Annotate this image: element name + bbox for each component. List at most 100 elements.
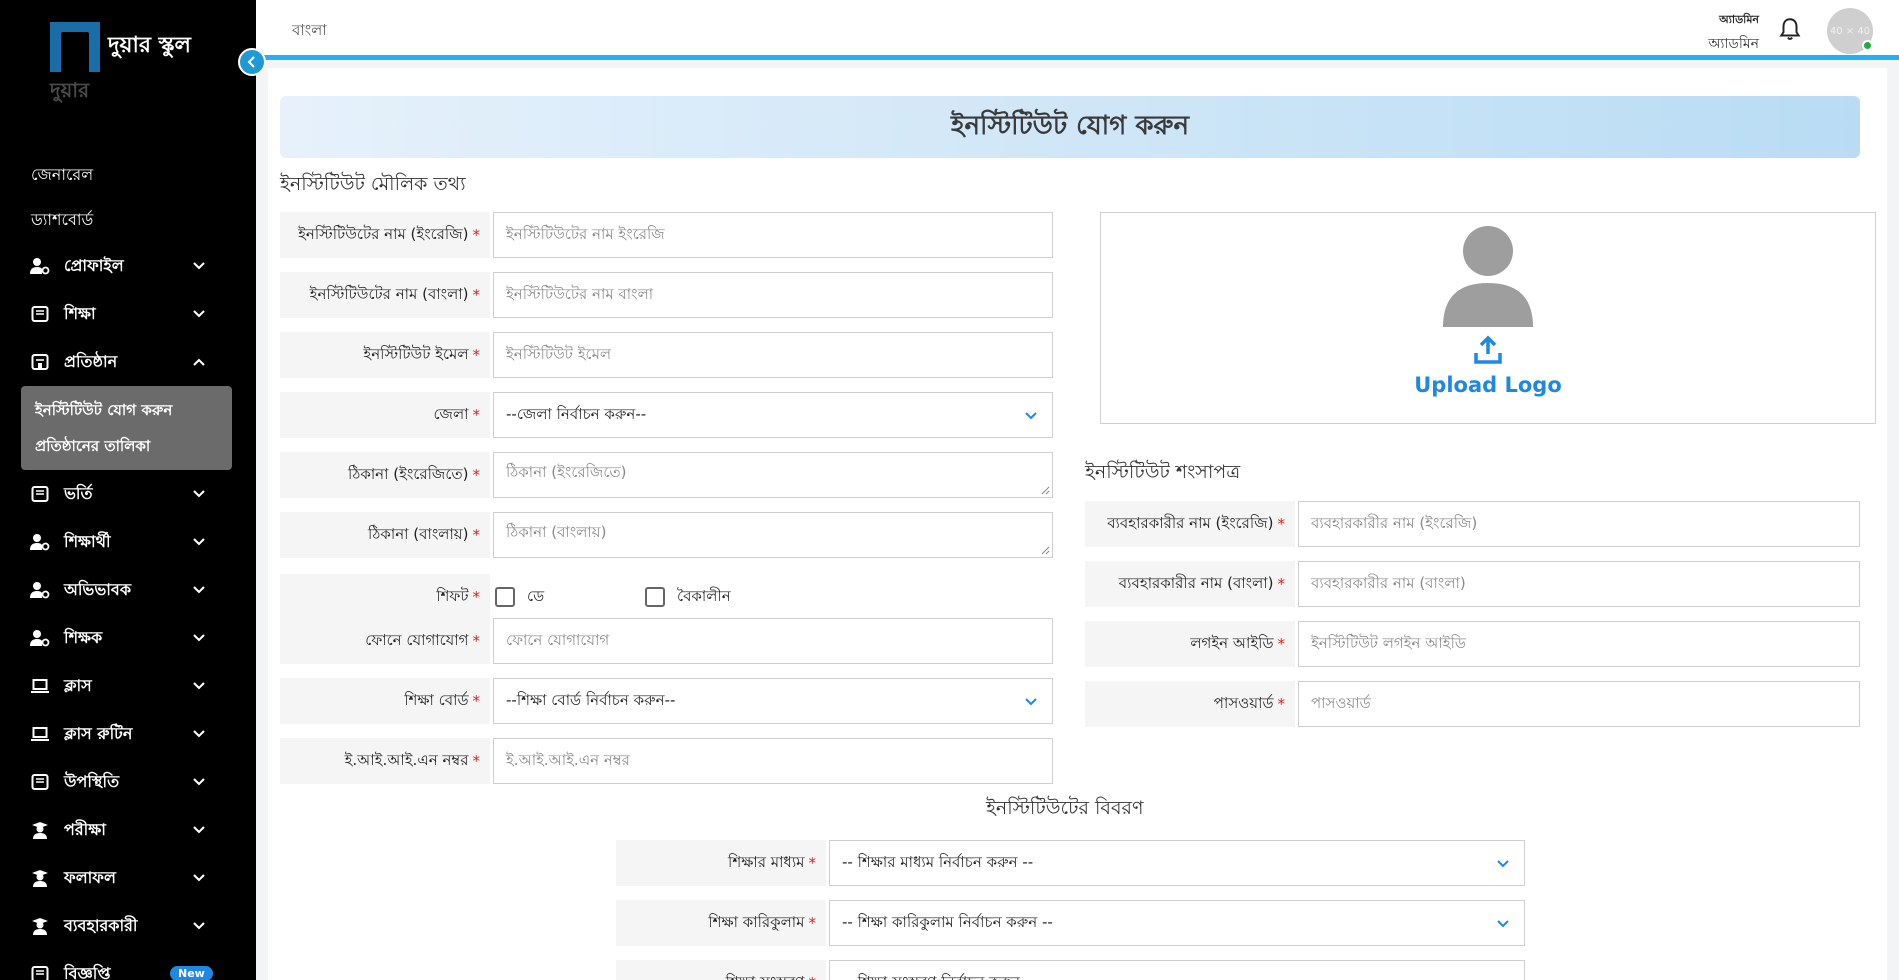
book-icon <box>30 964 50 980</box>
detail-row: শিক্ষার মাধ্যম * -- শিক্ষার মাধ্যম নির্বাচ… <box>616 840 1525 886</box>
chevron-down-icon <box>193 490 205 498</box>
basic-input[interactable]: ইনস্টিটিউট ইমেল <box>493 332 1053 378</box>
sidebar-item-12[interactable]: ফলাফল <box>0 854 256 902</box>
shift-day-label: ডে <box>527 586 545 605</box>
field-label: শিক্ষা কারিকুলাম * <box>616 900 826 946</box>
graduate-icon <box>30 820 50 840</box>
submenu-item-2[interactable]: প্রতিষ্ঠানের তালিকা <box>21 428 232 464</box>
upload-icon <box>1474 335 1502 364</box>
basic-row: জেলা * --জেলা নির্বাচন করুন-- <box>280 392 1053 438</box>
sidebar-item-6[interactable]: অভিভাবক <box>0 566 256 614</box>
sidebar-item-label: শিক্ষা <box>64 303 96 323</box>
sidebar-item-10[interactable]: উপস্থিতি <box>0 758 256 806</box>
laptop-icon <box>30 724 50 744</box>
detail-select[interactable]: -- শিক্ষার মাধ্যম নির্বাচন করুন -- <box>829 840 1525 886</box>
basic-input[interactable]: ই.আই.আই.এন নম্বর <box>493 738 1053 784</box>
field-label: লগইন আইডি * <box>1085 621 1295 667</box>
sidebar-item-14[interactable]: বিজ্ঞপ্তি New <box>0 950 256 980</box>
graduate-icon <box>30 868 50 888</box>
shift-afternoon-checkbox[interactable] <box>645 587 665 607</box>
field-label: ব্যবহারকারীর নাম (ইংরেজি) * <box>1085 501 1295 547</box>
sidebar: দুয়ার স্কুল দুয়ার জেনারেল ড্যাশবোর্ড প… <box>0 0 256 980</box>
bell-icon[interactable] <box>1777 16 1803 42</box>
sidebar-item-5[interactable]: শিক্ষার্থী <box>0 518 256 566</box>
sidebar-nav: জেনারেল ড্যাশবোর্ড প্রোফাইল শিক্ষা প্রতিষ্… <box>0 152 256 980</box>
shift-day-checkbox[interactable] <box>495 587 515 607</box>
language-switch[interactable]: বাংলা <box>292 19 327 44</box>
book-icon <box>30 304 50 324</box>
field-label: পাসওয়ার্ড * <box>1085 681 1295 727</box>
field-label: ঠিকানা (ইংরেজিতে) * <box>280 452 490 498</box>
chevron-down-icon <box>193 826 205 834</box>
basic-row: ইনস্টিটিউটের নাম (বাংলা) * ইনস্টিটিউটের না… <box>280 272 1053 318</box>
resize-handle-icon[interactable] <box>1041 486 1050 495</box>
credential-input[interactable]: ব্যবহারকারীর নাম (বাংলা) <box>1298 561 1860 607</box>
sidebar-item-label: ক্লাস রুটিন <box>64 723 133 743</box>
submenu-item-1[interactable]: ইনস্টিটিউট যোগ করুন <box>21 392 232 428</box>
new-badge: New <box>170 966 213 980</box>
sidebar-item-label: প্রোফাইল <box>64 255 124 275</box>
sidebar-item-label: পরীক্ষা <box>64 819 106 839</box>
basic-input[interactable]: ফোনে যোগাযোগ <box>493 618 1053 664</box>
sidebar-item-dashboard[interactable]: ড্যাশবোর্ড <box>0 197 256 242</box>
credential-input[interactable]: ইনস্টিটিউট লগইন আইডি <box>1298 621 1860 667</box>
sidebar-item-7[interactable]: শিক্ষক <box>0 614 256 662</box>
field-label: ঠিকানা (বাংলায়) * <box>280 512 490 558</box>
basic-input[interactable]: ইনস্টিটিউটের নাম বাংলা <box>493 272 1053 318</box>
logo-upload-area[interactable]: Upload Logo <box>1100 212 1876 424</box>
sidebar-item-8[interactable]: ক্লাস <box>0 662 256 710</box>
basic-textarea[interactable]: ঠিকানা (বাংলায়) <box>493 512 1053 558</box>
chevron-down-icon <box>1025 698 1037 706</box>
sidebar-item-3[interactable]: প্রতিষ্ঠান <box>0 338 256 386</box>
detail-select[interactable]: -- শিক্ষা সংস্করণ নির্বাচন করুন -- <box>829 960 1525 980</box>
sidebar-item-4[interactable]: ভর্তি <box>0 470 256 518</box>
sidebar-item-13[interactable]: ব্যবহারকারী <box>0 902 256 950</box>
sidebar-item-1[interactable]: প্রোফাইল <box>0 242 256 290</box>
chevron-down-icon <box>1497 860 1509 868</box>
user-gear-icon <box>30 628 50 648</box>
user-menu[interactable]: অ্যাডমিন অ্যাডমিন <box>1708 11 1759 56</box>
field-label: ইনস্টিটিউট ইমেল * <box>280 332 490 378</box>
sidebar-submenu-institution: ইনস্টিটিউট যোগ করুন প্রতিষ্ঠানের তালিকা <box>21 386 232 470</box>
graduate-icon <box>30 916 50 936</box>
basic-row: ইনস্টিটিউটের নাম (ইংরেজি) * ইনস্টিটিউটের ন… <box>280 212 1053 258</box>
field-label: ই.আই.আই.এন নম্বর * <box>280 738 490 784</box>
sidebar-item-label: অভিভাবক <box>64 579 132 599</box>
chevron-down-icon <box>1497 920 1509 928</box>
credential-input[interactable]: পাসওয়ার্ড <box>1298 681 1860 727</box>
credential-row: ব্যবহারকারীর নাম (ইংরেজি) * ব্যবহারকারীর ন… <box>1085 501 1860 547</box>
basic-select[interactable]: --জেলা নির্বাচন করুন-- <box>493 392 1053 438</box>
chevron-down-icon <box>193 538 205 546</box>
basic-textarea[interactable]: ঠিকানা (ইংরেজিতে) <box>493 452 1053 498</box>
credential-input[interactable]: ব্যবহারকারীর নাম (ইংরেজি) <box>1298 501 1860 547</box>
chevron-down-icon <box>193 262 205 270</box>
resize-handle-icon[interactable] <box>1041 546 1050 555</box>
basic-row: শিক্ষা বোর্ড * --শিক্ষা বোর্ড নির্বাচন করু… <box>280 678 1053 724</box>
detail-row: শিক্ষা সংস্করণ*-- শিক্ষা সংস্করণ নির্বাচ… <box>616 960 1525 980</box>
detail-select[interactable]: -- শিক্ষা কারিকুলাম নির্বাচন করুন -- <box>829 900 1525 946</box>
online-status-dot <box>1862 40 1873 51</box>
chevron-down-icon <box>193 310 205 318</box>
user-role: অ্যাডমিন <box>1719 13 1759 26</box>
section-credentials: ইনস্টিটিউট শংসাপত্র <box>1085 461 1241 483</box>
building-icon <box>30 352 50 372</box>
shift-row: শিফট * ডে বৈকালীন <box>280 574 731 620</box>
sidebar-item-label: ভর্তি <box>64 483 93 503</box>
sidebar-collapse-button[interactable] <box>238 48 266 76</box>
field-label: ইনস্টিটিউটের নাম (বাংলা) * <box>280 272 490 318</box>
topbar: বাংলা অ্যাডমিন অ্যাডমিন 40 × 40 <box>256 0 1899 60</box>
section-details: ইনস্টিটিউটের বিবরণ <box>986 797 1144 819</box>
sidebar-item-2[interactable]: শিক্ষা <box>0 290 256 338</box>
shift-label: শিফট * <box>280 574 490 620</box>
sidebar-item-label: বিজ্ঞপ্তি <box>64 963 111 980</box>
field-label: শিক্ষার মাধ্যম * <box>616 840 826 886</box>
brand[interactable]: দুয়ার স্কুল দুয়ার <box>50 22 191 102</box>
basic-select[interactable]: --শিক্ষা বোর্ড নির্বাচন করুন-- <box>493 678 1053 724</box>
chevron-left-icon <box>247 56 255 68</box>
page-title: ইনস্টিটিউট যোগ করুন <box>280 96 1860 158</box>
basic-input[interactable]: ইনস্টিটিউটের নাম ইংরেজি <box>493 212 1053 258</box>
sidebar-item-11[interactable]: পরীক্ষা <box>0 806 256 854</box>
basic-row: ঠিকানা (ইংরেজিতে) * ঠিকানা (ইংরেজিতে) <box>280 452 1053 498</box>
chevron-down-icon <box>193 634 205 642</box>
sidebar-item-9[interactable]: ক্লাস রুটিন <box>0 710 256 758</box>
